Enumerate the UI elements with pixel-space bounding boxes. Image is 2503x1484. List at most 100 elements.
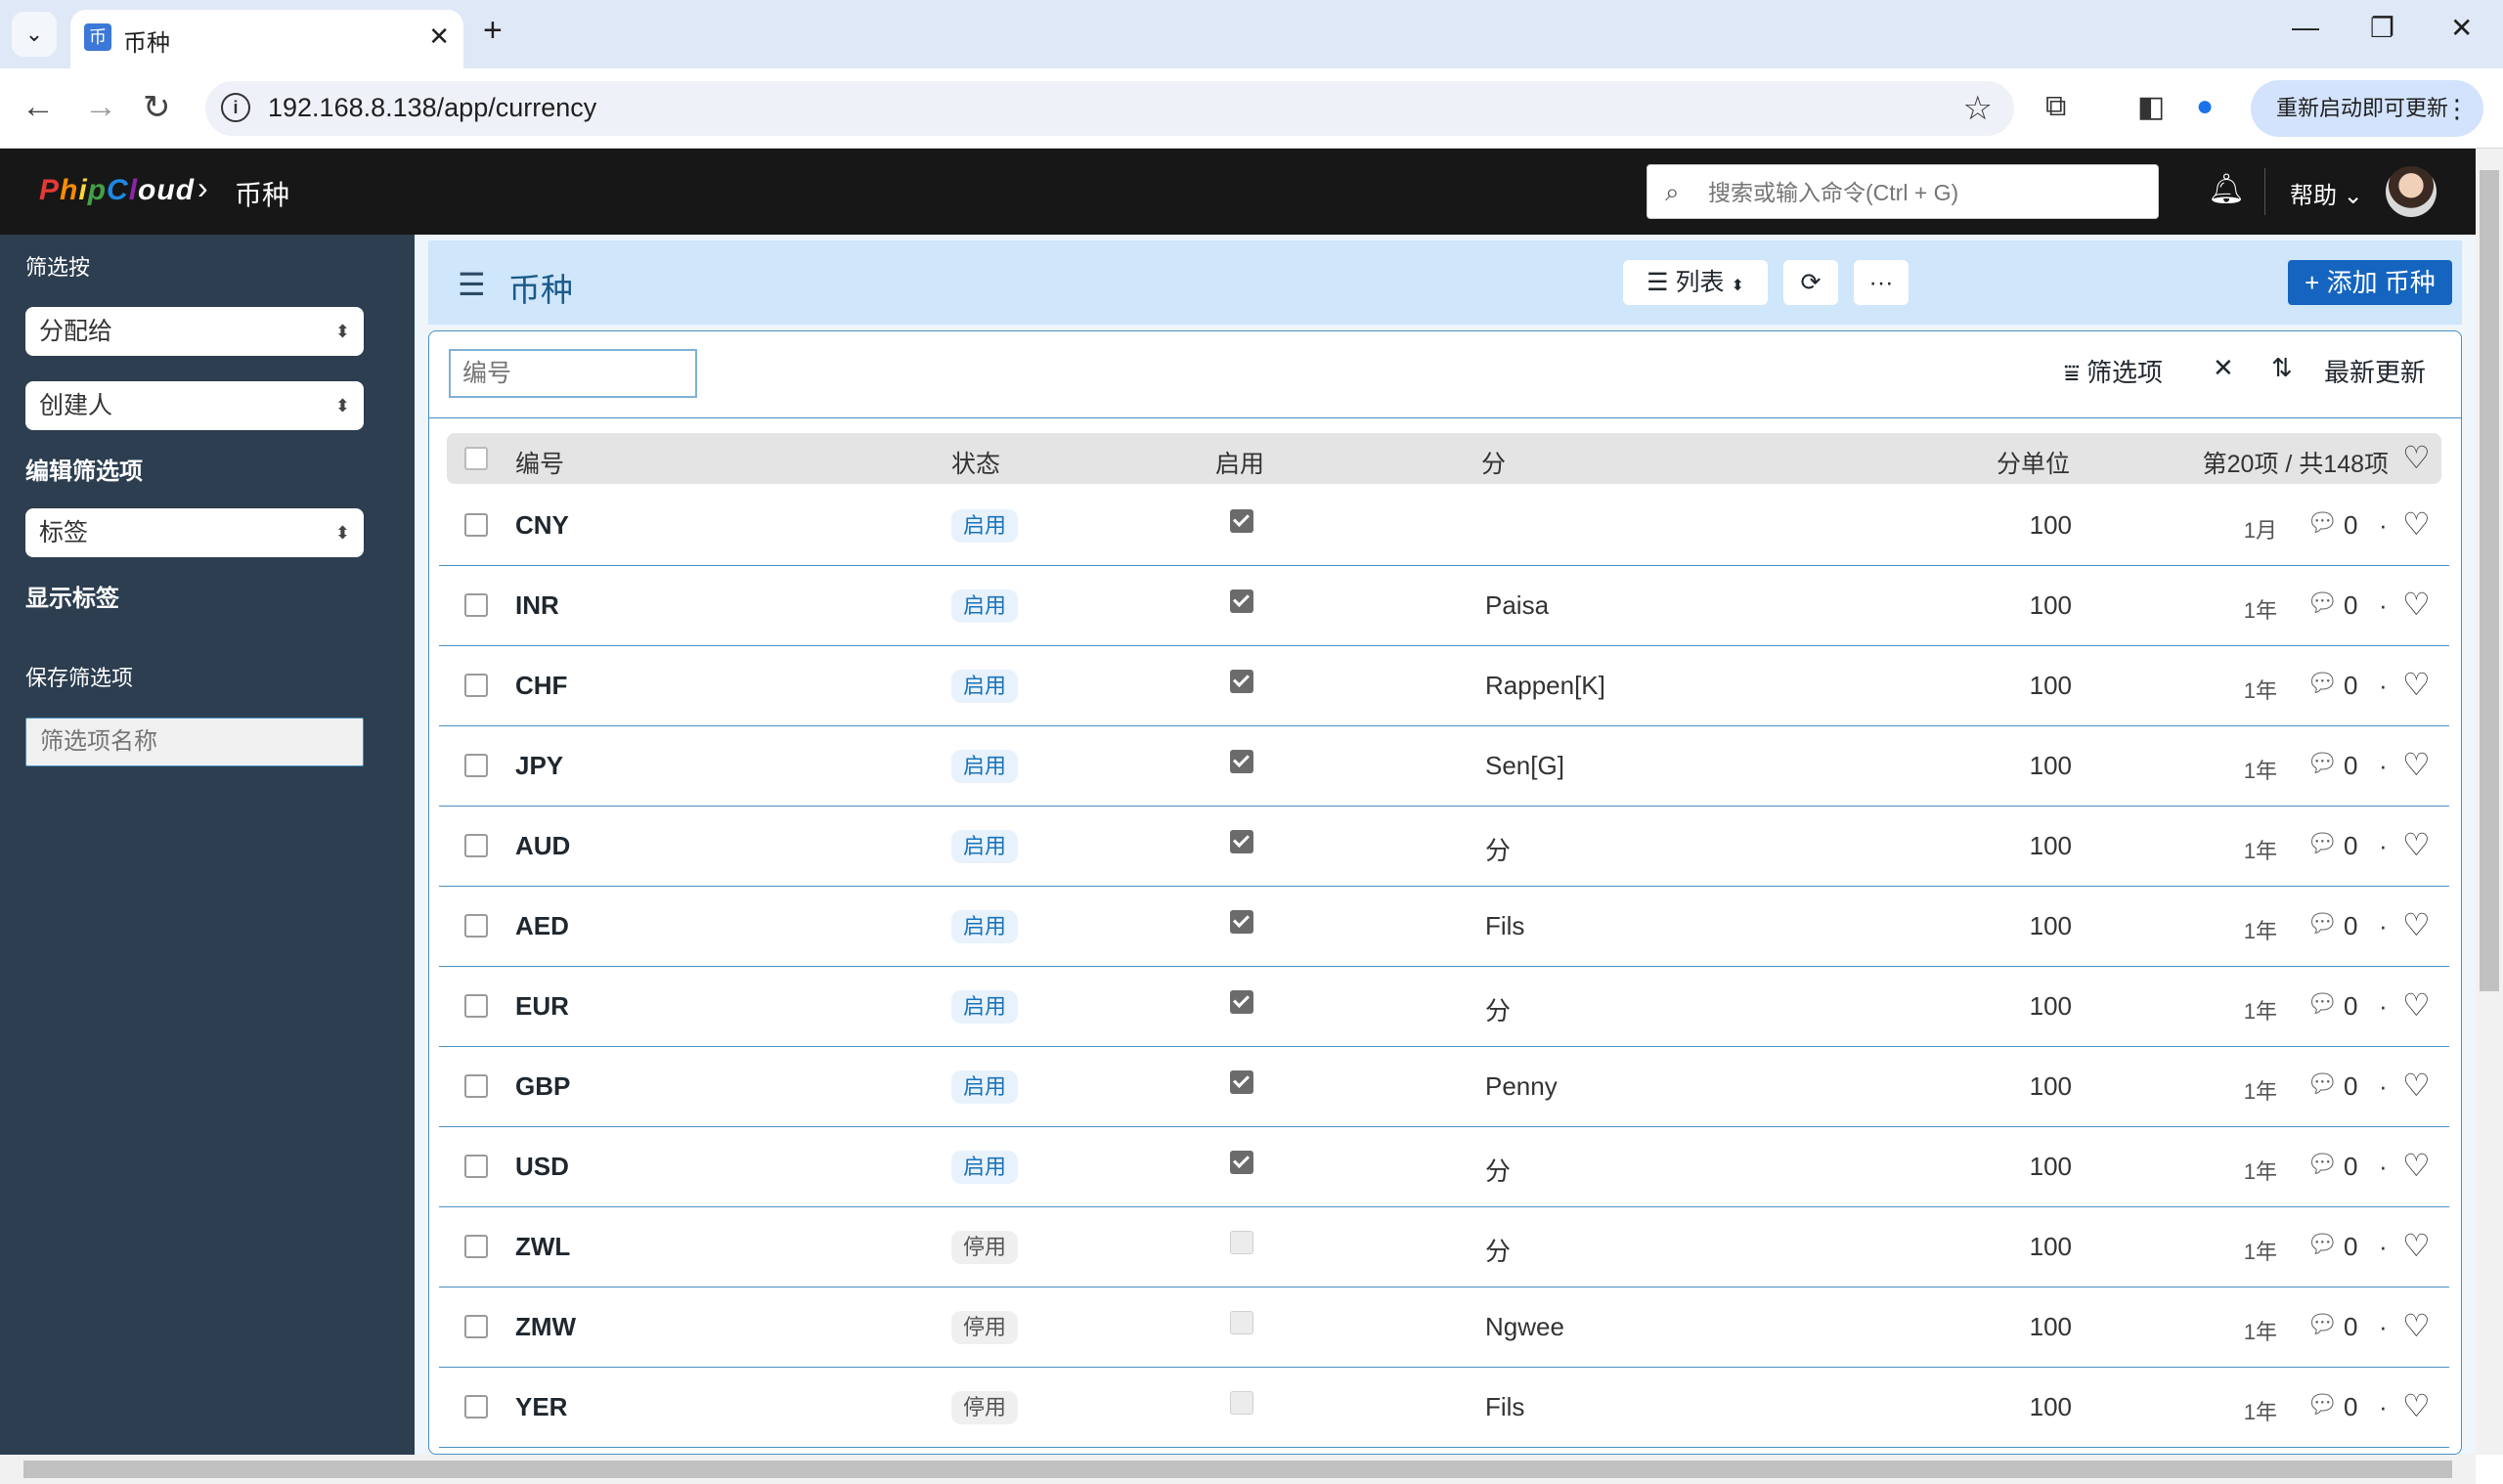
row-checkbox[interactable]: [464, 1074, 488, 1098]
bell-icon[interactable]: 🔔︎: [2208, 172, 2245, 206]
currency-code[interactable]: ZMW: [515, 1312, 576, 1342]
heart-icon[interactable]: ♡: [2402, 505, 2431, 543]
assigned-to-select[interactable]: 分配给 ⬍: [25, 307, 364, 356]
row-checkbox[interactable]: [464, 1155, 488, 1178]
profile-icon[interactable]: ●: [2196, 90, 2214, 123]
awesome-bar[interactable]: ⌕: [1647, 164, 2159, 219]
vertical-scrollbar[interactable]: [2476, 149, 2503, 1455]
comment-icon: 💬︎: [2306, 1149, 2340, 1178]
heart-icon[interactable]: ♡: [2402, 1307, 2431, 1344]
code-filter-input[interactable]: [449, 349, 697, 398]
side-panel-icon[interactable]: ◧: [2137, 90, 2165, 124]
row-checkbox[interactable]: [464, 513, 488, 537]
table-row[interactable]: CNY 启用 100 1月 💬︎ 0 · ♡: [439, 486, 2449, 566]
close-icon[interactable]: ✕: [428, 22, 450, 52]
currency-code[interactable]: CHF: [515, 671, 567, 701]
app-logo[interactable]: PhipCloud: [39, 174, 195, 207]
heart-icon[interactable]: ♡: [2402, 1387, 2431, 1424]
horizontal-scrollbar[interactable]: [0, 1455, 2476, 1484]
table-row[interactable]: EUR 启用 分 100 1年 💬︎ 0 · ♡: [439, 967, 2449, 1047]
col-code: 编号: [515, 451, 565, 478]
row-checkbox[interactable]: [464, 1235, 488, 1258]
more-button[interactable]: ···: [1854, 260, 1909, 305]
table-row[interactable]: USD 启用 分 100 1年 💬︎ 0 · ♡: [439, 1127, 2449, 1207]
edit-filters-link[interactable]: 编辑筛选项: [25, 452, 143, 486]
select-all-checkbox[interactable]: [464, 447, 488, 470]
extensions-icon[interactable]: ⧉: [2045, 90, 2066, 123]
filter-button[interactable]: ⩸ 筛选项: [2064, 353, 2163, 389]
avatar[interactable]: [2386, 166, 2437, 217]
help-menu[interactable]: 帮助 ⌄: [2290, 176, 2363, 210]
heart-icon[interactable]: ♡: [2402, 906, 2431, 943]
currency-code[interactable]: AUD: [515, 831, 570, 861]
heart-icon[interactable]: ♡: [2402, 826, 2431, 863]
sort-field-button[interactable]: 最新更新: [2324, 353, 2426, 389]
row-checkbox[interactable]: [464, 593, 488, 617]
table-row[interactable]: INR 启用 Paisa 100 1年 💬︎ 0 · ♡: [439, 566, 2449, 646]
row-checkbox[interactable]: [464, 1315, 488, 1338]
row-checkbox[interactable]: [464, 1395, 488, 1419]
update-button[interactable]: 重新启动即可更新 ⋮: [2251, 80, 2483, 137]
forward-icon[interactable]: →: [84, 88, 117, 126]
new-tab-button[interactable]: +: [483, 12, 503, 50]
table-row[interactable]: AUD 启用 分 100 1年 💬︎ 0 · ♡: [439, 807, 2449, 887]
table-row[interactable]: GBP 启用 Penny 100 1年 💬︎ 0 · ♡: [439, 1047, 2449, 1127]
table-row[interactable]: JPY 启用 Sen[G] 100 1年 💬︎ 0 · ♡: [439, 726, 2449, 807]
restore-icon[interactable]: ❐: [2370, 12, 2394, 44]
row-checkbox[interactable]: [464, 994, 488, 1018]
breadcrumb[interactable]: 币种: [235, 174, 289, 213]
table-row[interactable]: ZWL 停用 分 100 1年 💬︎ 0 · ♡: [439, 1207, 2449, 1288]
url-text[interactable]: 192.168.8.138/app/currency: [268, 93, 596, 123]
reload-icon[interactable]: ↻: [143, 88, 171, 127]
currency-code[interactable]: ZWL: [515, 1232, 570, 1262]
add-currency-button[interactable]: + 添加 币种: [2288, 260, 2452, 305]
heart-icon[interactable]: ♡: [2402, 986, 2431, 1024]
heart-icon[interactable]: ♡: [2402, 1067, 2431, 1104]
clear-filter-icon[interactable]: ✕: [2213, 353, 2234, 383]
heart-icon[interactable]: ♡: [2402, 746, 2431, 783]
heart-icon[interactable]: ♡: [2402, 439, 2431, 476]
table-row[interactable]: YER 停用 Fils 100 1年 💬︎ 0 · ♡: [439, 1368, 2449, 1448]
table-row[interactable]: ZMW 停用 Ngwee 100 1年 💬︎ 0 · ♡: [439, 1288, 2449, 1368]
bookmark-star-icon[interactable]: ☆: [1963, 89, 1993, 128]
scrollbar-thumb[interactable]: [23, 1461, 2452, 1478]
currency-code[interactable]: GBP: [515, 1071, 570, 1102]
address-bar[interactable]: i 192.168.8.138/app/currency ☆: [205, 81, 2014, 136]
heart-icon[interactable]: ♡: [2402, 1227, 2431, 1264]
row-checkbox[interactable]: [464, 914, 488, 938]
sidebar-toggle-icon[interactable]: ☰: [458, 266, 486, 303]
currency-code[interactable]: INR: [515, 590, 559, 621]
currency-code[interactable]: CNY: [515, 510, 569, 541]
table-row[interactable]: CHF 启用 Rappen[K] 100 1年 💬︎ 0 · ♡: [439, 646, 2449, 726]
currency-code[interactable]: YER: [515, 1392, 567, 1422]
row-checkbox[interactable]: [464, 674, 488, 697]
minimize-icon[interactable]: —: [2292, 12, 2319, 43]
kebab-menu-icon[interactable]: ⋮: [2444, 80, 2470, 137]
currency-code[interactable]: USD: [515, 1152, 569, 1182]
scrollbar-thumb[interactable]: [2480, 170, 2499, 991]
currency-code[interactable]: EUR: [515, 991, 569, 1022]
currency-code[interactable]: AED: [515, 911, 569, 941]
heart-icon[interactable]: ♡: [2402, 586, 2431, 623]
search-input[interactable]: [1708, 175, 2138, 210]
browser-tab[interactable]: 币 币种 ✕: [70, 10, 463, 68]
table-row[interactable]: AED 启用 Fils 100 1年 💬︎ 0 · ♡: [439, 887, 2449, 967]
sort-order-icon[interactable]: ⇅: [2271, 353, 2293, 383]
row-checkbox[interactable]: [464, 754, 488, 777]
filter-name-input[interactable]: [25, 718, 364, 766]
show-tags-link[interactable]: 显示标签: [25, 579, 119, 613]
tab-search-button[interactable]: ⌄: [12, 12, 57, 57]
row-checkbox[interactable]: [464, 834, 488, 857]
site-info-icon[interactable]: i: [221, 93, 250, 122]
dot-separator: ·: [2379, 1071, 2388, 1101]
tags-select[interactable]: 标签 ⬍: [25, 508, 364, 557]
heart-icon[interactable]: ♡: [2402, 666, 2431, 703]
window-close-icon[interactable]: ✕: [2450, 12, 2473, 44]
created-by-select[interactable]: 创建人 ⬍: [25, 381, 364, 430]
view-switcher-button[interactable]: ☰ 列表 ⬍: [1623, 260, 1768, 305]
heart-icon[interactable]: ♡: [2402, 1147, 2431, 1184]
table-header: 编号 状态 启用 分 分单位 第20项 / 共148项 ♡: [447, 433, 2441, 484]
back-icon[interactable]: ←: [22, 88, 55, 126]
currency-code[interactable]: JPY: [515, 751, 563, 781]
refresh-button[interactable]: ⟳: [1783, 260, 1838, 305]
